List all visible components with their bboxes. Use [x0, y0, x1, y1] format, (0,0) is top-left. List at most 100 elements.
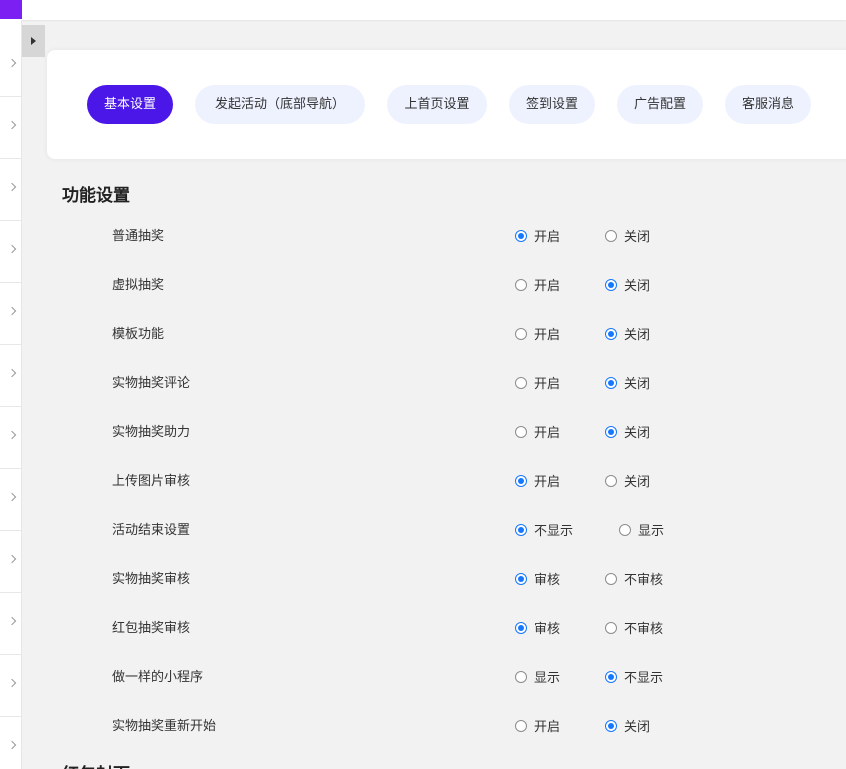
- radio-unchecked-icon[interactable]: [515, 278, 527, 291]
- radio-unchecked-icon[interactable]: [515, 376, 527, 389]
- radio-unchecked-icon[interactable]: [515, 425, 527, 438]
- radio-option-label: 显示: [534, 671, 561, 686]
- radio-option-label: 不审核: [624, 622, 664, 637]
- radio-unchecked-icon[interactable]: [605, 229, 617, 242]
- radio-option[interactable]: 审核: [515, 569, 560, 588]
- sidebar-item[interactable]: [0, 36, 22, 97]
- setting-label: 活动结束设置: [112, 523, 191, 538]
- chevron-right-icon: [7, 492, 17, 502]
- radio-option[interactable]: 开启: [515, 471, 560, 490]
- radio-option[interactable]: 关闭: [605, 471, 650, 490]
- radio-checked-icon[interactable]: [605, 425, 617, 438]
- section-title-functions: 功能设置: [62, 186, 130, 206]
- radio-unchecked-icon[interactable]: [515, 670, 527, 683]
- sidebar-item[interactable]: [0, 98, 22, 159]
- radio-unchecked-icon[interactable]: [619, 523, 631, 536]
- setting-label: 红包抽奖审核: [112, 621, 191, 636]
- radio-option[interactable]: 关闭: [605, 226, 650, 245]
- radio-option[interactable]: 开启: [515, 373, 560, 392]
- sidebar-item[interactable]: [0, 470, 22, 531]
- radio-option[interactable]: 关闭: [605, 275, 650, 294]
- radio-checked-icon[interactable]: [605, 719, 617, 732]
- radio-checked-icon[interactable]: [605, 278, 617, 291]
- radio-option[interactable]: 关闭: [605, 716, 650, 735]
- radio-option[interactable]: 审核: [515, 618, 560, 637]
- setting-label: 做一样的小程序: [112, 670, 204, 685]
- top-bar: [0, 0, 846, 20]
- radio-checked-icon[interactable]: [515, 229, 527, 242]
- sidebar: [0, 20, 22, 769]
- sidebar-item[interactable]: [0, 408, 22, 469]
- radio-option-label: 关闭: [624, 377, 651, 392]
- chevron-right-icon: [7, 182, 17, 192]
- sidebar-toggle-button[interactable]: [22, 25, 45, 57]
- tab-launch-activity[interactable]: 发起活动（底部导航）: [195, 85, 365, 124]
- radio-option-label: 开启: [534, 230, 561, 245]
- radio-option[interactable]: 关闭: [605, 422, 650, 441]
- radio-option[interactable]: 开启: [515, 226, 560, 245]
- radio-option-label: 关闭: [624, 720, 651, 735]
- tab-ad-config[interactable]: 广告配置: [617, 85, 703, 124]
- setting-label: 实物抽奖评论: [112, 376, 191, 391]
- radio-unchecked-icon[interactable]: [515, 327, 527, 340]
- radio-option[interactable]: 不审核: [605, 569, 663, 588]
- chevron-right-icon: [7, 58, 17, 68]
- tab-customer-service[interactable]: 客服消息: [725, 85, 811, 124]
- radio-checked-icon[interactable]: [515, 474, 527, 487]
- chevron-right-icon: [7, 430, 17, 440]
- radio-option[interactable]: 开启: [515, 716, 560, 735]
- radio-option[interactable]: 不显示: [605, 667, 663, 686]
- chevron-right-icon: [7, 244, 17, 254]
- sidebar-item[interactable]: [0, 346, 22, 407]
- radio-option-label: 关闭: [624, 426, 651, 441]
- tab-checkin-settings[interactable]: 签到设置: [509, 85, 595, 124]
- chevron-right-icon: [7, 306, 17, 316]
- radio-option[interactable]: 关闭: [605, 373, 650, 392]
- sidebar-item[interactable]: [0, 594, 22, 655]
- chevron-right-icon: [7, 678, 17, 688]
- sidebar-item[interactable]: [0, 656, 22, 717]
- radio-option[interactable]: 显示: [515, 667, 560, 686]
- radio-option-label: 不显示: [624, 671, 664, 686]
- tab-basic-settings[interactable]: 基本设置: [87, 85, 173, 124]
- radio-option[interactable]: 开启: [515, 422, 560, 441]
- radio-option[interactable]: 不审核: [605, 618, 663, 637]
- section-title-next: 红包封面: [62, 760, 130, 769]
- setting-label: 实物抽奖助力: [112, 425, 191, 440]
- sidebar-item[interactable]: [0, 222, 22, 283]
- sidebar-item[interactable]: [0, 532, 22, 593]
- radio-option[interactable]: 开启: [515, 275, 560, 294]
- setting-label: 虚拟抽奖: [112, 278, 165, 293]
- chevron-right-icon: [7, 120, 17, 130]
- radio-option[interactable]: 不显示: [515, 520, 573, 539]
- radio-unchecked-icon[interactable]: [605, 572, 617, 585]
- radio-option[interactable]: 开启: [515, 324, 560, 343]
- sidebar-item[interactable]: [0, 160, 22, 221]
- chevron-right-icon: [7, 554, 17, 564]
- radio-option-label: 开启: [534, 426, 561, 441]
- sidebar-item[interactable]: [0, 284, 22, 345]
- radio-option-label: 关闭: [624, 328, 651, 343]
- settings-tabs: 基本设置 发起活动（底部导航） 上首页设置 签到设置 广告配置 客服消息: [47, 50, 846, 159]
- radio-unchecked-icon[interactable]: [605, 621, 617, 634]
- radio-unchecked-icon[interactable]: [515, 719, 527, 732]
- radio-option-label: 审核: [534, 622, 561, 637]
- radio-checked-icon[interactable]: [605, 327, 617, 340]
- chevron-right-icon: [7, 616, 17, 626]
- sidebar-item[interactable]: [0, 718, 22, 769]
- radio-option[interactable]: 显示: [619, 520, 664, 539]
- radio-unchecked-icon[interactable]: [605, 474, 617, 487]
- radio-checked-icon[interactable]: [515, 572, 527, 585]
- radio-checked-icon[interactable]: [515, 621, 527, 634]
- radio-checked-icon[interactable]: [515, 523, 527, 536]
- radio-option-label: 显示: [638, 524, 665, 539]
- chevron-right-icon: [7, 368, 17, 378]
- radio-option[interactable]: 关闭: [605, 324, 650, 343]
- setting-label: 实物抽奖审核: [112, 572, 191, 587]
- radio-checked-icon[interactable]: [605, 670, 617, 683]
- setting-label: 实物抽奖重新开始: [112, 719, 217, 734]
- brand-logo: [0, 0, 22, 19]
- radio-checked-icon[interactable]: [605, 376, 617, 389]
- radio-option-label: 开启: [534, 475, 561, 490]
- tab-homepage-settings[interactable]: 上首页设置: [387, 85, 487, 124]
